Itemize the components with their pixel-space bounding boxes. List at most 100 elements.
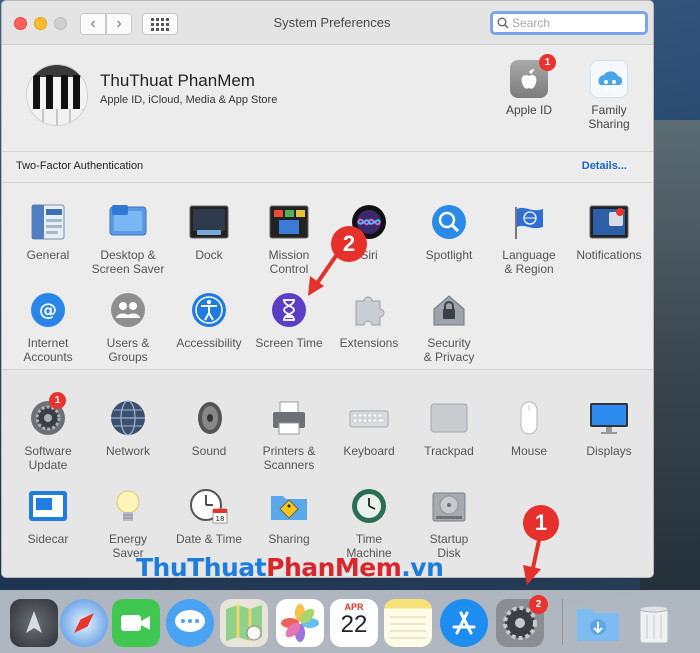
pane-label: Trackpad <box>424 444 474 458</box>
pane-label: Network <box>105 444 150 458</box>
date-time-icon: 18 <box>189 486 229 526</box>
mouse-icon <box>509 398 549 438</box>
watermark: ThuThuatPhanMem.vn <box>136 553 444 582</box>
displays-icon <box>589 398 629 438</box>
facetime-icon[interactable] <box>112 599 160 647</box>
family-sharing-icon <box>590 60 628 98</box>
pane-time-machine[interactable]: Time Machine <box>329 486 409 560</box>
avatar[interactable] <box>26 64 88 126</box>
pane-keyboard[interactable]: Keyboard <box>329 398 409 458</box>
system-preferences-badge: 2 <box>529 595 548 614</box>
pane-security-privacy[interactable]: Security & Privacy <box>409 290 489 364</box>
pane-mission-control[interactable]: Mission Control <box>249 202 329 276</box>
security-icon <box>429 290 469 330</box>
pane-date-time[interactable]: 18 Date & Time <box>169 486 249 546</box>
pane-sound[interactable]: Sound <box>169 398 249 458</box>
apple-id-pane[interactable]: 1 Apple ID <box>494 54 564 117</box>
personal-panes-section: General Desktop & Screen Saver Dock Miss… <box>2 184 653 369</box>
family-sharing-label: Family Sharing <box>588 103 630 131</box>
pane-internet-accounts[interactable]: @ Internet Accounts <box>8 290 88 364</box>
window-title: System Preferences <box>273 15 391 30</box>
network-icon <box>108 398 148 438</box>
maps-icon[interactable] <box>220 599 268 647</box>
pane-energy-saver[interactable]: Energy Saver <box>88 486 168 560</box>
spotlight-icon <box>429 202 469 242</box>
sharing-icon <box>269 486 309 526</box>
startup-disk-icon <box>429 486 469 526</box>
messages-icon[interactable] <box>166 599 214 647</box>
pane-printers-scanners[interactable]: Printers & Scanners <box>249 398 329 472</box>
family-sharing-pane[interactable]: Family Sharing <box>574 60 644 131</box>
sound-icon <box>189 398 229 438</box>
dock-icon <box>189 202 229 242</box>
forward-button[interactable]: › <box>106 13 132 35</box>
pane-extensions[interactable]: Extensions <box>329 290 409 350</box>
back-button[interactable]: ‹ <box>80 13 106 35</box>
pane-label: Language & Region <box>502 248 556 276</box>
downloads-icon[interactable] <box>574 599 622 647</box>
users-icon <box>108 290 148 330</box>
trash-icon[interactable] <box>630 599 678 647</box>
minimize-button[interactable] <box>34 17 47 30</box>
pane-label: Sound <box>191 444 227 458</box>
show-all-grid-button[interactable] <box>142 13 178 35</box>
svg-text:@: @ <box>39 300 57 321</box>
software-update-badge: 1 <box>49 392 66 409</box>
sidecar-icon <box>28 486 68 526</box>
launchpad-icon[interactable] <box>10 599 58 647</box>
pane-label: Screen Time <box>255 336 323 350</box>
details-link[interactable]: Details... <box>582 160 627 172</box>
printer-icon <box>269 398 309 438</box>
pane-screen-time[interactable]: Screen Time <box>249 290 329 350</box>
pane-label: Date & Time <box>175 532 243 546</box>
pane-software-update[interactable]: 1 Software Update <box>8 392 88 472</box>
photos-icon[interactable] <box>276 599 324 647</box>
software-update-icon: 1 <box>28 392 68 438</box>
pane-label: Spotlight <box>425 248 473 262</box>
pane-accessibility[interactable]: Accessibility <box>169 290 249 350</box>
system-preferences-icon[interactable]: 2 <box>496 595 548 647</box>
titlebar: ‹ › System Preferences <box>2 1 653 45</box>
pane-label: Sidecar <box>27 532 69 546</box>
pane-label: Accessibility <box>176 336 242 350</box>
account-header: ThuThuat PhanMem Apple ID, iCloud, Media… <box>2 46 653 150</box>
pane-mouse[interactable]: Mouse <box>489 398 569 458</box>
accessibility-icon <box>189 290 229 330</box>
pane-network[interactable]: Network <box>88 398 168 458</box>
dock: APR 22 2 <box>0 590 700 653</box>
watermark-part1: ThuThuat <box>136 553 267 582</box>
pane-general[interactable]: General <box>8 202 88 262</box>
apple-id-label: Apple ID <box>505 103 553 117</box>
pane-desktop-screen-saver[interactable]: Desktop & Screen Saver <box>88 202 168 276</box>
general-icon <box>28 202 68 242</box>
pane-sharing[interactable]: Sharing <box>249 486 329 546</box>
search-field[interactable] <box>490 11 648 35</box>
pane-startup-disk[interactable]: Startup Disk <box>409 486 489 560</box>
app-store-icon[interactable] <box>440 599 488 647</box>
pane-label: Mission Control <box>268 248 310 276</box>
trackpad-icon <box>429 398 469 438</box>
desktop-icon <box>108 202 148 242</box>
pane-label: General <box>26 248 70 262</box>
safari-icon[interactable] <box>60 599 108 647</box>
pane-sidecar[interactable]: Sidecar <box>8 486 88 546</box>
zoom-button[interactable] <box>54 17 67 30</box>
pane-notifications[interactable]: Notifications <box>569 202 649 262</box>
time-machine-icon <box>349 486 389 526</box>
close-button[interactable] <box>14 17 27 30</box>
search-input[interactable] <box>512 16 632 30</box>
pane-dock[interactable]: Dock <box>169 202 249 262</box>
two-factor-bar: Two-Factor Authentication Details... <box>2 151 653 183</box>
piano-avatar-icon <box>27 65 87 125</box>
mission-control-icon <box>269 202 309 242</box>
pane-label: Users & Groups <box>106 336 150 364</box>
notes-icon[interactable] <box>384 599 432 647</box>
pane-language-region[interactable]: Language & Region <box>489 202 569 276</box>
watermark-part3: .vn <box>401 553 444 582</box>
calendar-icon[interactable]: APR 22 <box>330 599 378 647</box>
pane-spotlight[interactable]: Spotlight <box>409 202 489 262</box>
pane-label: Displays <box>586 444 632 458</box>
pane-users-groups[interactable]: Users & Groups <box>88 290 168 364</box>
pane-trackpad[interactable]: Trackpad <box>409 398 489 458</box>
pane-displays[interactable]: Displays <box>569 398 649 458</box>
